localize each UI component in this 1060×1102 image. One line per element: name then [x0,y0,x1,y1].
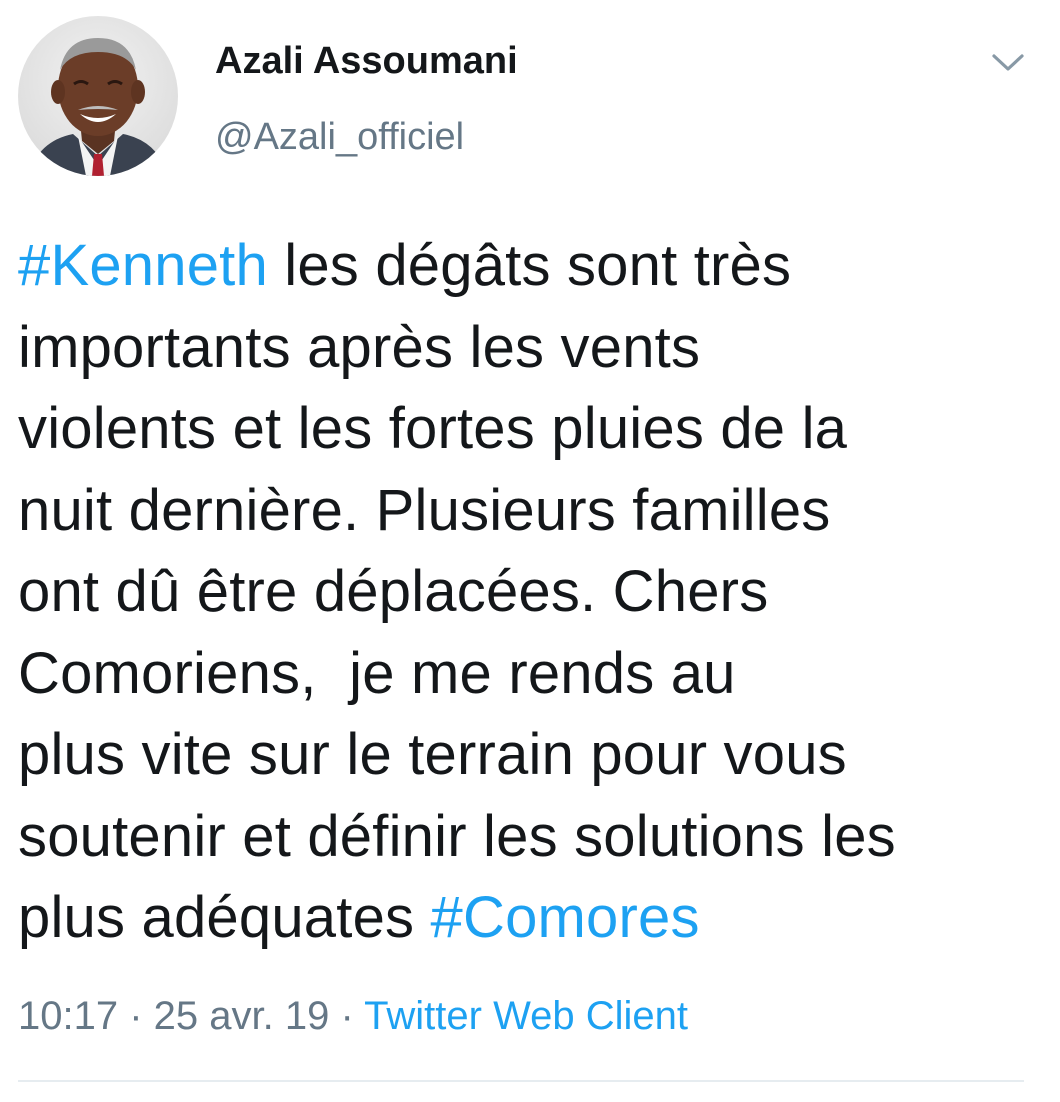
tweet-text-segment: les dégâts sont très [267,233,792,298]
tweet-text-line: violents et les fortes pluies de la [18,388,1038,470]
hashtag-link[interactable]: #Kenneth [18,233,268,298]
tweet-text-segment: plus adéquates [18,885,431,950]
tweet-time[interactable]: 10:17 [18,994,118,1038]
tweet-text-segment: ont dû être déplacées. Chers [18,559,769,624]
tweet-meta: 10:17 · 25 avr. 19 · Twitter Web Client [18,994,688,1039]
tweet-text-segment: Comoriens, je me rends au [18,640,736,706]
tweet-text-segment: plus vite sur le terrain pour vous [18,722,847,787]
tweet-text-segment: nuit dernière. Plusieurs familles [18,477,831,543]
tweet-text-line: importants après les vents [18,307,1038,389]
tweet-text-line: plus adéquates #Comores [18,877,1038,959]
tweet-text-segment: violents et les fortes pluies de la [18,396,848,461]
profile-photo-icon [18,16,178,176]
tweet-text-line: Comoriens, je me rends au [18,633,1038,715]
tweet-text-line: plus vite sur le terrain pour vous [18,714,1038,796]
tweet-text: #Kenneth les dégâts sont très importants … [18,225,1038,959]
tweet-text-segment: importants après les vents [18,314,701,380]
tweet-text-line: ont dû être déplacées. Chers [18,551,1038,633]
meta-separator: · [118,994,154,1038]
divider [18,1080,1024,1082]
chevron-down-icon[interactable] [988,50,1028,76]
tweet-text-segment: soutenir et définir les solutions les [18,803,896,869]
tweet-text-line: nuit dernière. Plusieurs familles [18,470,1038,552]
tweet-text-line: #Kenneth les dégâts sont très [18,225,1038,307]
author-handle[interactable]: @Azali_officiel [215,116,464,159]
tweet-card: Azali Assoumani @Azali_officiel #Kenneth… [0,0,1060,1102]
tweet-client-link[interactable]: Twitter Web Client [364,994,688,1038]
tweet-date[interactable]: 25 avr. 19 [154,994,330,1038]
meta-separator: · [329,994,365,1038]
hashtag-link[interactable]: #Comores [431,885,700,950]
tweet-text-line: soutenir et définir les solutions les [18,796,1038,878]
author-name[interactable]: Azali Assoumani [215,40,518,83]
avatar[interactable] [18,16,178,176]
